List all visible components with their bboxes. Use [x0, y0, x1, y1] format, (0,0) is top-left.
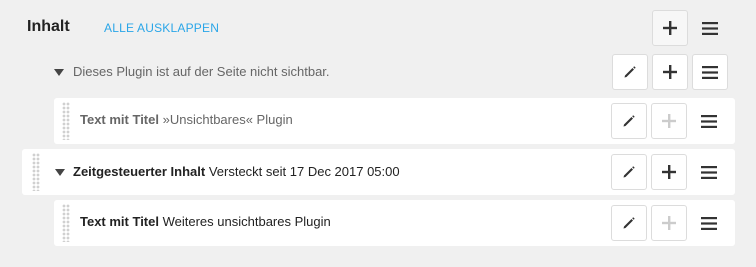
- plugin-row: Text mit Titel »Unsichtbares« Plugin: [54, 98, 735, 144]
- plugin-title: Zeitgesteuerter Inhalt: [73, 164, 206, 179]
- add-plugin-button[interactable]: [652, 10, 688, 46]
- plugin-row-hidden-notice: Dieses Plugin ist auf der Seite nicht si…: [46, 52, 736, 92]
- add-button[interactable]: [651, 154, 687, 190]
- hamburger-menu-icon: [702, 21, 718, 35]
- plugin-row: Text mit Titel Weiteres unsichtbares Plu…: [54, 200, 735, 246]
- pencil-icon: [622, 114, 636, 128]
- hamburger-menu-icon: [701, 165, 717, 179]
- plugin-subtitle: Weiteres unsichtbares Plugin: [162, 214, 331, 229]
- plus-icon: [663, 21, 677, 35]
- edit-button[interactable]: [611, 103, 647, 139]
- drag-handle-icon[interactable]: [32, 153, 40, 191]
- section-title: Inhalt: [27, 18, 70, 35]
- add-button[interactable]: [652, 54, 688, 90]
- caret-down-icon[interactable]: [55, 169, 65, 176]
- plugin-label: Text mit Titel Weiteres unsichtbares Plu…: [80, 213, 331, 231]
- caret-down-icon[interactable]: [54, 69, 64, 76]
- edit-button[interactable]: [611, 205, 647, 241]
- plugin-subtitle: Versteckt seit 17 Dec 2017 05:00: [208, 164, 400, 179]
- menu-button[interactable]: [692, 54, 728, 90]
- pencil-icon: [623, 65, 637, 79]
- menu-button[interactable]: [691, 154, 727, 190]
- edit-button[interactable]: [611, 154, 647, 190]
- hamburger-menu-icon: [702, 65, 718, 79]
- menu-button[interactable]: [691, 103, 727, 139]
- menu-button[interactable]: [691, 205, 727, 241]
- plugin-label: Zeitgesteuerter Inhalt Versteckt seit 17…: [73, 163, 400, 181]
- plus-icon: [662, 165, 676, 179]
- plugin-title: Text mit Titel: [80, 112, 159, 127]
- edit-button[interactable]: [612, 54, 648, 90]
- plus-icon: [662, 216, 676, 230]
- add-button-disabled: [651, 103, 687, 139]
- pencil-icon: [622, 216, 636, 230]
- plugin-title: Text mit Titel: [80, 214, 159, 229]
- plugin-subtitle: »Unsichtbares« Plugin: [162, 112, 293, 127]
- hamburger-menu-icon: [701, 114, 717, 128]
- plugin-row-scheduled: Zeitgesteuerter Inhalt Versteckt seit 17…: [22, 149, 735, 195]
- add-button-disabled: [651, 205, 687, 241]
- drag-handle-icon[interactable]: [62, 204, 70, 242]
- section-menu-button[interactable]: [692, 10, 728, 46]
- plus-icon: [663, 65, 677, 79]
- plus-icon: [662, 114, 676, 128]
- drag-handle-icon[interactable]: [62, 102, 70, 140]
- plugin-notice-text: Dieses Plugin ist auf der Seite nicht si…: [73, 64, 330, 79]
- pencil-icon: [622, 165, 636, 179]
- expand-all-link[interactable]: ALLE AUSKLAPPEN: [104, 18, 219, 38]
- plugin-label: Text mit Titel »Unsichtbares« Plugin: [80, 111, 293, 129]
- hamburger-menu-icon: [701, 216, 717, 230]
